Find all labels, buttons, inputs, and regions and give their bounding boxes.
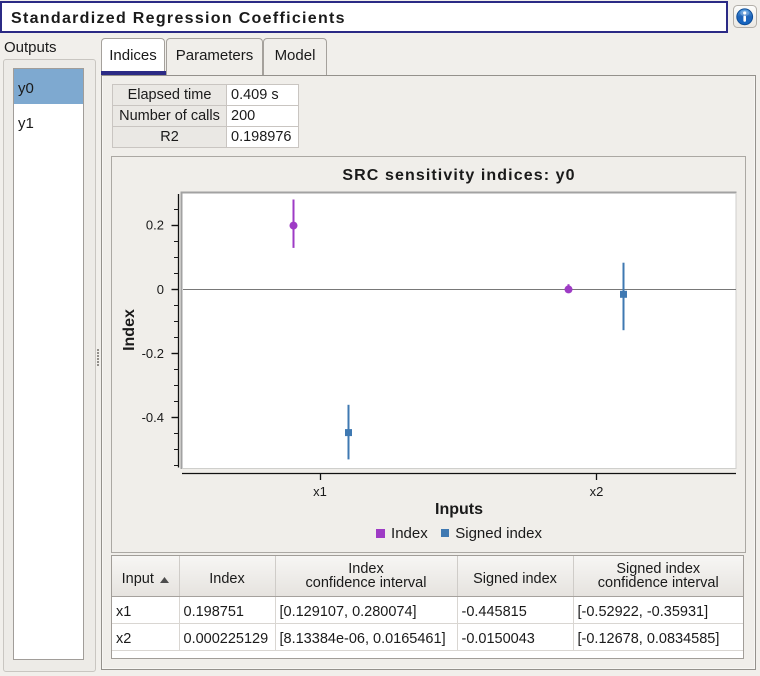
svg-text:0: 0 [157, 282, 164, 297]
svg-text:x2: x2 [590, 484, 604, 499]
svg-text:-0.4: -0.4 [142, 410, 164, 425]
svg-text:0.2: 0.2 [146, 218, 164, 233]
svg-text:-0.2: -0.2 [142, 346, 164, 361]
svg-text:x1: x1 [313, 484, 327, 499]
